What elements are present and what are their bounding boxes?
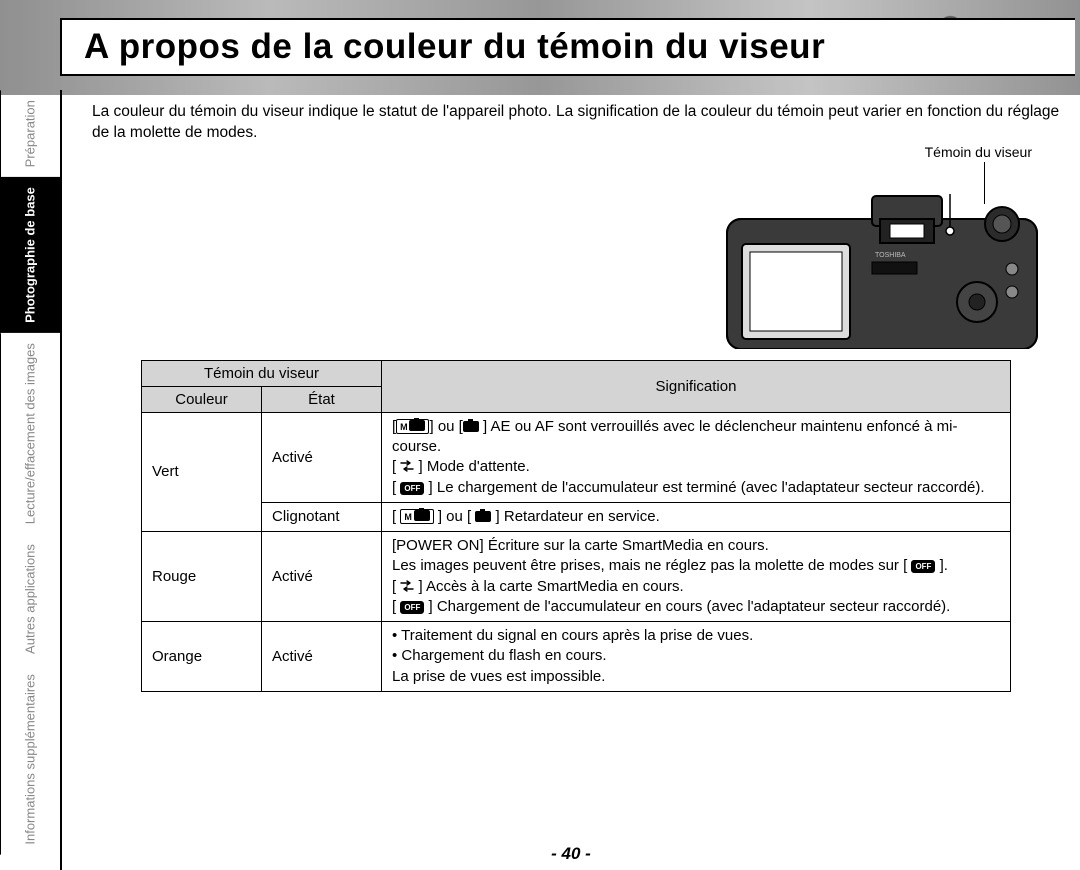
sig-line: [ ] Mode d'attente. [392, 457, 1000, 477]
cell-color: Rouge [142, 532, 262, 622]
off-icon: OFF [911, 560, 935, 573]
sig-line: La prise de vues est impossible. [392, 667, 1000, 687]
cell-state: Clignotant [262, 502, 382, 531]
off-icon: OFF [400, 482, 424, 495]
sidebar-item-preparation[interactable]: Préparation [0, 90, 60, 177]
title-bar: A propos de la couleur du témoin du vise… [60, 18, 1075, 76]
m-camera-icon: M [400, 509, 433, 524]
sig-line: [ ] Accès à la carte SmartMedia en cours… [392, 577, 1000, 597]
svg-text:TOSHIBA: TOSHIBA [875, 252, 906, 259]
transfer-icon [400, 580, 414, 592]
cell-signification: [POWER ON] Écriture sur la carte SmartMe… [382, 532, 1011, 622]
off-icon: OFF [400, 601, 424, 614]
sig-line: [ OFF ] Chargement de l'accumulateur en … [392, 597, 1000, 617]
sidebar-item-autres-applications[interactable]: Autres applications [0, 534, 60, 664]
th-group: Témoin du viseur [142, 360, 382, 386]
sig-line: [ OFF ] Le chargement de l'accumulateur … [392, 478, 1000, 498]
sig-line: [ M ] ou [ ] Retardateur en service. [392, 507, 1000, 527]
cell-signification: [M ] ou [ ] AE ou AF sont verrouillés av… [382, 412, 1011, 502]
table-row: RougeActivé [POWER ON] Écriture sur la ca… [142, 532, 1011, 622]
sidebar-item-informations-supplementaires[interactable]: Informations supplémentaires [0, 664, 60, 855]
sidebar-item-photographie-base[interactable]: Photographie de base [0, 177, 60, 333]
table-row: Clignotant [ M ] ou [ ] Retardateur en se… [142, 502, 1011, 531]
content-area: La couleur du témoin du viseur indique l… [60, 90, 1080, 870]
sig-line: [M ] ou [ ] AE ou AF sont verrouillés av… [392, 417, 1000, 458]
cell-color: Orange [142, 622, 262, 692]
sidebar-item-lecture-effacement[interactable]: Lecture/effacement des images [0, 333, 60, 534]
page-title: A propos de la couleur du témoin du vise… [84, 27, 825, 67]
sig-line: • Traitement du signal en cours après la… [392, 626, 1000, 646]
sidebar: Préparation Photographie de base Lecture… [0, 90, 60, 855]
cell-state: Activé [262, 622, 382, 692]
th-signification: Signification [382, 360, 1011, 412]
transfer-icon [400, 460, 414, 472]
cell-signification: • Traitement du signal en cours après la… [382, 622, 1011, 692]
sig-line: [POWER ON] Écriture sur la carte SmartMe… [392, 536, 1000, 556]
camera-icon [463, 421, 479, 432]
led-meaning-table: Témoin du viseur Signification Couleur É… [141, 360, 1011, 692]
camera-figure: Témoin du viseur [92, 144, 1060, 354]
sig-line: • Chargement du flash en cours. [392, 646, 1000, 666]
cell-state: Activé [262, 412, 382, 502]
th-couleur: Couleur [142, 386, 262, 412]
th-etat: État [262, 386, 382, 412]
callout-label: Témoin du viseur [925, 144, 1032, 160]
m-camera-icon: M [396, 419, 429, 434]
cell-state: Activé [262, 532, 382, 622]
sig-line: Les images peuvent être prises, mais ne … [392, 556, 1000, 576]
camera-icon [475, 511, 491, 522]
table-row: VertActivé[M ] ou [ ] AE ou AF sont verr… [142, 412, 1011, 502]
camera-illustration: TOSHIBA [722, 184, 1042, 349]
table-row: OrangeActivé • Traitement du signal en co… [142, 622, 1011, 692]
page-number: - 40 - [62, 844, 1080, 864]
cell-signification: [ M ] ou [ ] Retardateur en service. [382, 502, 1011, 531]
intro-text: La couleur du témoin du viseur indique l… [92, 102, 1060, 144]
cell-color: Vert [142, 412, 262, 531]
